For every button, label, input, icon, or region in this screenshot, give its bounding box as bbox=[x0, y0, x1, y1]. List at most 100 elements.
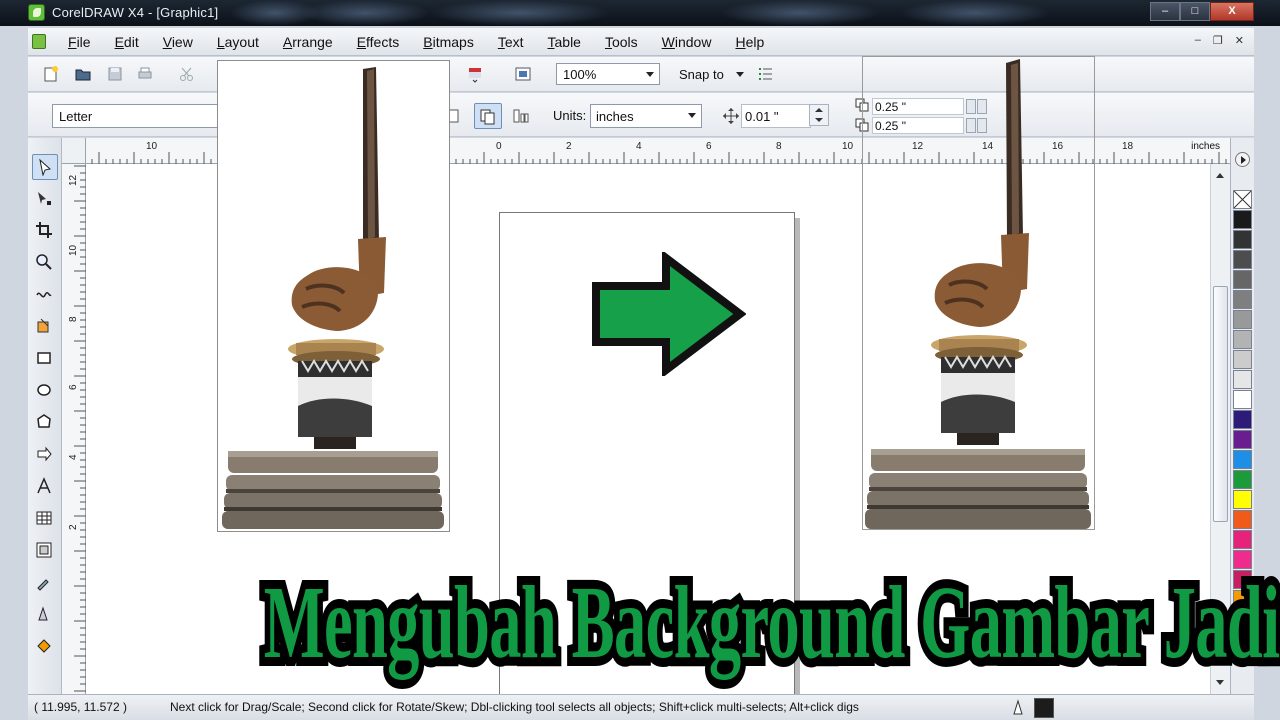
no-color-swatch[interactable] bbox=[1233, 190, 1252, 209]
nudge-distance-input[interactable]: 0.01 " bbox=[741, 104, 811, 128]
color-swatch[interactable] bbox=[1233, 290, 1252, 309]
basic-shapes-tool[interactable] bbox=[32, 442, 58, 468]
menu-layout[interactable]: Layout bbox=[217, 34, 271, 50]
cut-icon[interactable] bbox=[178, 65, 196, 83]
table-icon bbox=[36, 511, 52, 525]
title-bar-blur bbox=[300, 0, 430, 26]
doc-minimize-button[interactable]: – bbox=[1195, 34, 1201, 47]
smart-fill-icon bbox=[37, 318, 49, 333]
color-swatch[interactable] bbox=[1233, 210, 1252, 229]
shape-tool[interactable] bbox=[32, 186, 58, 212]
menu-tools[interactable]: Tools bbox=[605, 34, 650, 50]
ruler-label: 0 bbox=[496, 141, 502, 152]
polygon-tool[interactable] bbox=[32, 410, 58, 436]
color-swatch[interactable] bbox=[1233, 230, 1252, 249]
color-swatch[interactable] bbox=[1233, 410, 1252, 429]
color-swatch[interactable] bbox=[1233, 450, 1252, 469]
color-swatch[interactable] bbox=[1233, 470, 1252, 489]
close-button[interactable]: X bbox=[1210, 2, 1254, 21]
eyedropper-tool[interactable] bbox=[32, 570, 58, 596]
menu-bitmaps[interactable]: Bitmaps bbox=[423, 34, 486, 50]
smart-fill-tool[interactable] bbox=[32, 314, 58, 340]
freehand-tool[interactable] bbox=[32, 282, 58, 308]
open-folder-icon[interactable] bbox=[74, 65, 92, 83]
pick-tool[interactable] bbox=[32, 154, 58, 180]
color-swatch[interactable] bbox=[1233, 510, 1252, 529]
ellipse-icon bbox=[37, 384, 51, 396]
menu-help[interactable]: Help bbox=[735, 34, 776, 50]
paper-size-value: Letter bbox=[59, 109, 93, 124]
zoom-level-select[interactable]: 100% bbox=[556, 63, 660, 85]
fill-tool[interactable] bbox=[32, 634, 58, 660]
ruler-label: 10 bbox=[842, 141, 854, 152]
ruler-label: 6 bbox=[706, 141, 712, 152]
vertical-ruler[interactable]: 12 10 8 6 4 2 bbox=[62, 164, 86, 694]
doc-restore-button[interactable]: ❐ bbox=[1213, 34, 1223, 47]
new-document-icon[interactable] bbox=[42, 65, 60, 83]
menu-file[interactable]: File bbox=[68, 34, 103, 50]
ruler-origin[interactable] bbox=[62, 138, 86, 164]
scroll-thumb[interactable] bbox=[1213, 286, 1228, 522]
minimize-button[interactable]: – bbox=[1150, 2, 1180, 21]
text-tool[interactable] bbox=[32, 474, 58, 500]
color-swatch[interactable] bbox=[1233, 330, 1252, 349]
monument-transparent-image bbox=[865, 59, 1091, 529]
table-tool[interactable] bbox=[32, 506, 58, 532]
color-swatch[interactable] bbox=[1233, 430, 1252, 449]
units-select[interactable]: inches bbox=[590, 104, 702, 128]
menu-edit[interactable]: Edit bbox=[115, 34, 151, 50]
ruler-label: 4 bbox=[68, 454, 79, 460]
nudge-spinner[interactable] bbox=[809, 104, 829, 126]
video-caption: Mengubah Background Gambar Jadi Transpar… bbox=[258, 548, 1280, 708]
menu-text[interactable]: Text bbox=[498, 34, 536, 50]
document-icon[interactable] bbox=[32, 34, 46, 49]
color-swatch[interactable] bbox=[1233, 490, 1252, 509]
text-icon bbox=[37, 477, 51, 494]
blend-tool[interactable] bbox=[32, 538, 58, 564]
color-swatch[interactable] bbox=[1233, 270, 1252, 289]
menu-arrange[interactable]: Arrange bbox=[283, 34, 345, 50]
options-list-icon[interactable] bbox=[756, 65, 774, 83]
doc-close-button[interactable]: ✕ bbox=[1235, 34, 1244, 47]
title-bar: CorelDRAW X4 - [Graphic1] – □ X bbox=[0, 0, 1280, 26]
palette-scroll-icon[interactable] bbox=[1235, 152, 1250, 167]
color-swatch[interactable] bbox=[1233, 350, 1252, 369]
export-icon[interactable] bbox=[514, 65, 532, 83]
toolbox bbox=[28, 138, 62, 694]
color-swatch[interactable] bbox=[1233, 250, 1252, 269]
color-swatch[interactable] bbox=[1233, 530, 1252, 549]
eyedropper-icon bbox=[37, 579, 49, 591]
blend-icon bbox=[36, 542, 52, 558]
menu-window[interactable]: Window bbox=[662, 34, 724, 50]
print-icon[interactable] bbox=[136, 65, 154, 83]
color-swatch[interactable] bbox=[1233, 390, 1252, 409]
title-bar-blur bbox=[720, 0, 880, 26]
snap-to-button[interactable]: Snap to bbox=[679, 67, 724, 82]
outline-tool[interactable] bbox=[32, 602, 58, 628]
zoom-tool[interactable] bbox=[32, 250, 58, 276]
current-page-icon[interactable] bbox=[512, 107, 530, 125]
maximize-button[interactable]: □ bbox=[1180, 2, 1210, 21]
menu-table[interactable]: Table bbox=[548, 34, 593, 50]
rectangle-tool[interactable] bbox=[32, 346, 58, 372]
freehand-icon bbox=[36, 292, 52, 298]
crop-tool[interactable] bbox=[32, 218, 58, 244]
ruler-label: 12 bbox=[68, 174, 79, 186]
fill-color-swatch[interactable] bbox=[1034, 698, 1054, 718]
crop-icon bbox=[36, 222, 52, 238]
transparent-image-frame[interactable] bbox=[862, 56, 1095, 530]
menu-effects[interactable]: Effects bbox=[357, 34, 412, 50]
original-image-frame[interactable] bbox=[217, 60, 450, 532]
import-icon[interactable] bbox=[466, 65, 484, 83]
ellipse-tool[interactable] bbox=[32, 378, 58, 404]
paper-size-select[interactable]: Letter bbox=[52, 104, 232, 128]
save-icon[interactable] bbox=[106, 65, 124, 83]
scroll-up-icon[interactable] bbox=[1216, 173, 1224, 178]
window-title: CorelDRAW X4 - [Graphic1] bbox=[52, 5, 219, 20]
color-swatch[interactable] bbox=[1233, 370, 1252, 389]
color-swatch[interactable] bbox=[1233, 310, 1252, 329]
menu-view[interactable]: View bbox=[163, 34, 205, 50]
all-pages-toggle[interactable] bbox=[474, 103, 502, 129]
green-arrow-shape[interactable] bbox=[592, 252, 746, 376]
chevron-down-icon[interactable] bbox=[736, 72, 744, 77]
